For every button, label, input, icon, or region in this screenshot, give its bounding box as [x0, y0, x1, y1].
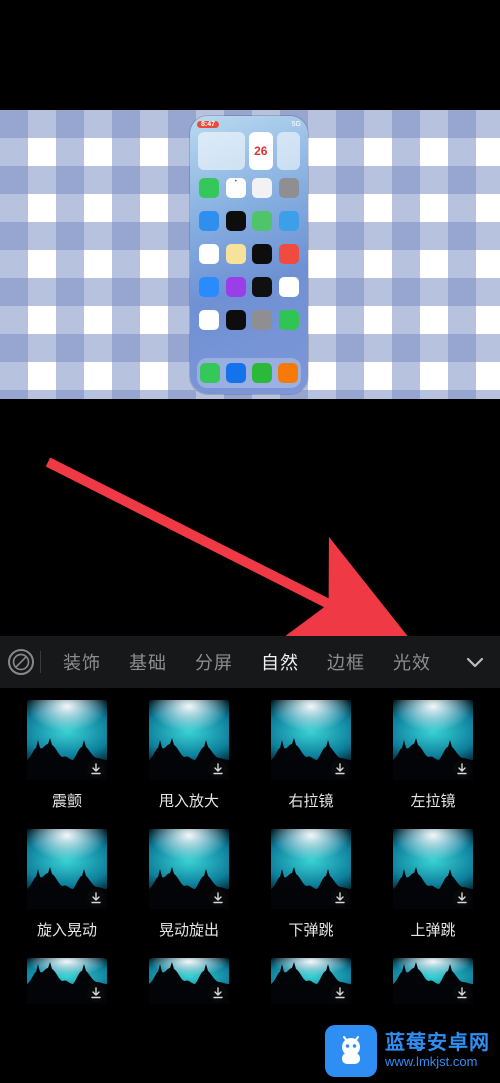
phone-mockup: 8:47 5G 26 •	[190, 116, 308, 394]
effect-label: 甩入放大	[159, 790, 219, 811]
effect-item[interactable]: 甩入放大	[146, 700, 232, 811]
watermark-logo	[325, 1025, 377, 1077]
tab-4[interactable]: 边框	[313, 649, 379, 675]
effect-label: 晃动旋出	[159, 919, 219, 940]
app-facetime	[199, 178, 219, 198]
effect-thumb	[149, 700, 229, 780]
app-jd	[279, 310, 299, 330]
phone-home-apps: •	[195, 176, 303, 350]
effects-grid: 震颤 甩入放大 右拉镜 左拉镜旋入晃动 晃动旋出 下弹跳 上弹跳	[0, 700, 500, 1014]
status-time-pill: 8:47	[197, 121, 219, 128]
widget-facetime	[198, 132, 245, 170]
watermark: 蓝莓安卓网 www.lmkjst.com	[325, 1025, 490, 1077]
dock-app-uc	[278, 363, 298, 383]
effect-thumb	[271, 700, 351, 780]
video-preview[interactable]: 8:47 5G 26 •	[0, 110, 500, 399]
effect-thumb	[393, 958, 473, 1004]
widget-calendar: 26	[249, 132, 273, 170]
effect-item[interactable]: 上弹跳	[390, 829, 476, 940]
app-root: 8:47 5G 26 • 装饰基础分屏自然边框光效 震颤 甩入放大 右拉镜 左拉镜	[0, 0, 500, 1083]
app-calendar: •	[226, 178, 246, 198]
effect-category-bar: 装饰基础分屏自然边框光效	[0, 636, 500, 688]
effect-thumb	[393, 829, 473, 909]
download-icon	[453, 984, 471, 1002]
effect-label: 旋入晃动	[37, 919, 97, 940]
app-weather	[279, 211, 299, 231]
tab-2[interactable]: 分屏	[181, 649, 247, 675]
effect-item[interactable]: 晃动旋出	[146, 829, 232, 940]
effect-label: 震颤	[52, 790, 82, 811]
effect-item[interactable]: 震颤	[24, 700, 110, 811]
app-notes	[226, 244, 246, 264]
app-photos	[252, 178, 272, 198]
tab-3[interactable]: 自然	[247, 649, 313, 675]
effect-label: 下弹跳	[288, 919, 333, 940]
effect-item[interactable]: 右拉镜	[268, 700, 354, 811]
effect-label: 右拉镜	[288, 790, 333, 811]
watermark-title: 蓝莓安卓网	[385, 1032, 490, 1055]
download-icon	[209, 984, 227, 1002]
download-icon	[331, 889, 349, 907]
effect-item[interactable]	[24, 958, 110, 1014]
effect-item[interactable]	[146, 958, 232, 1014]
download-icon	[453, 889, 471, 907]
app-camera	[279, 178, 299, 198]
tab-5[interactable]: 光效	[379, 649, 445, 675]
app-podcasts	[226, 277, 246, 297]
app-home	[199, 310, 219, 330]
download-icon	[331, 984, 349, 1002]
tab-0[interactable]: 装饰	[49, 649, 115, 675]
chevron-down-icon[interactable]	[458, 645, 492, 679]
category-tabs: 装饰基础分屏自然边框光效	[49, 649, 458, 675]
tab-1[interactable]: 基础	[115, 649, 181, 675]
download-icon	[209, 889, 227, 907]
phone-dock	[197, 358, 301, 388]
phone-status-bar: 8:47 5G	[197, 120, 301, 129]
status-signal: 5G	[292, 121, 301, 128]
app-mail	[199, 211, 219, 231]
effect-thumb	[27, 700, 107, 780]
app-health	[279, 277, 299, 297]
effect-thumb	[271, 958, 351, 1004]
dock-app-wechat	[252, 363, 272, 383]
download-icon	[87, 760, 105, 778]
app-maps	[252, 211, 272, 231]
effect-thumb	[149, 958, 229, 1004]
watermark-text: 蓝莓安卓网 www.lmkjst.com	[385, 1032, 490, 1070]
phone-widget-row: 26	[198, 132, 300, 170]
widget-unknown	[277, 132, 301, 170]
effect-thumb	[271, 829, 351, 909]
download-icon	[331, 760, 349, 778]
divider	[40, 651, 41, 673]
app-reminders	[199, 244, 219, 264]
effect-item[interactable]	[390, 958, 476, 1014]
effect-item[interactable]	[268, 958, 354, 1014]
dock-app-alipay	[226, 363, 246, 383]
download-icon	[453, 760, 471, 778]
dock-app-phone	[200, 363, 220, 383]
download-icon	[87, 889, 105, 907]
effect-label: 左拉镜	[410, 790, 455, 811]
effect-item[interactable]: 旋入晃动	[24, 829, 110, 940]
effect-thumb	[149, 829, 229, 909]
app-news	[279, 244, 299, 264]
watermark-url: www.lmkjst.com	[385, 1055, 490, 1070]
app-wallet	[226, 310, 246, 330]
effect-label: 上弹跳	[410, 919, 455, 940]
effect-item[interactable]: 左拉镜	[390, 700, 476, 811]
download-icon	[209, 760, 227, 778]
effect-thumb	[393, 700, 473, 780]
app-stocks	[252, 244, 272, 264]
app-tv	[252, 277, 272, 297]
app-appstore	[199, 277, 219, 297]
effect-thumb	[27, 958, 107, 1004]
app-clock	[226, 211, 246, 231]
download-icon	[87, 984, 105, 1002]
no-effect-icon[interactable]	[8, 649, 34, 675]
effect-item[interactable]: 下弹跳	[268, 829, 354, 940]
effect-thumb	[27, 829, 107, 909]
app-settings	[252, 310, 272, 330]
